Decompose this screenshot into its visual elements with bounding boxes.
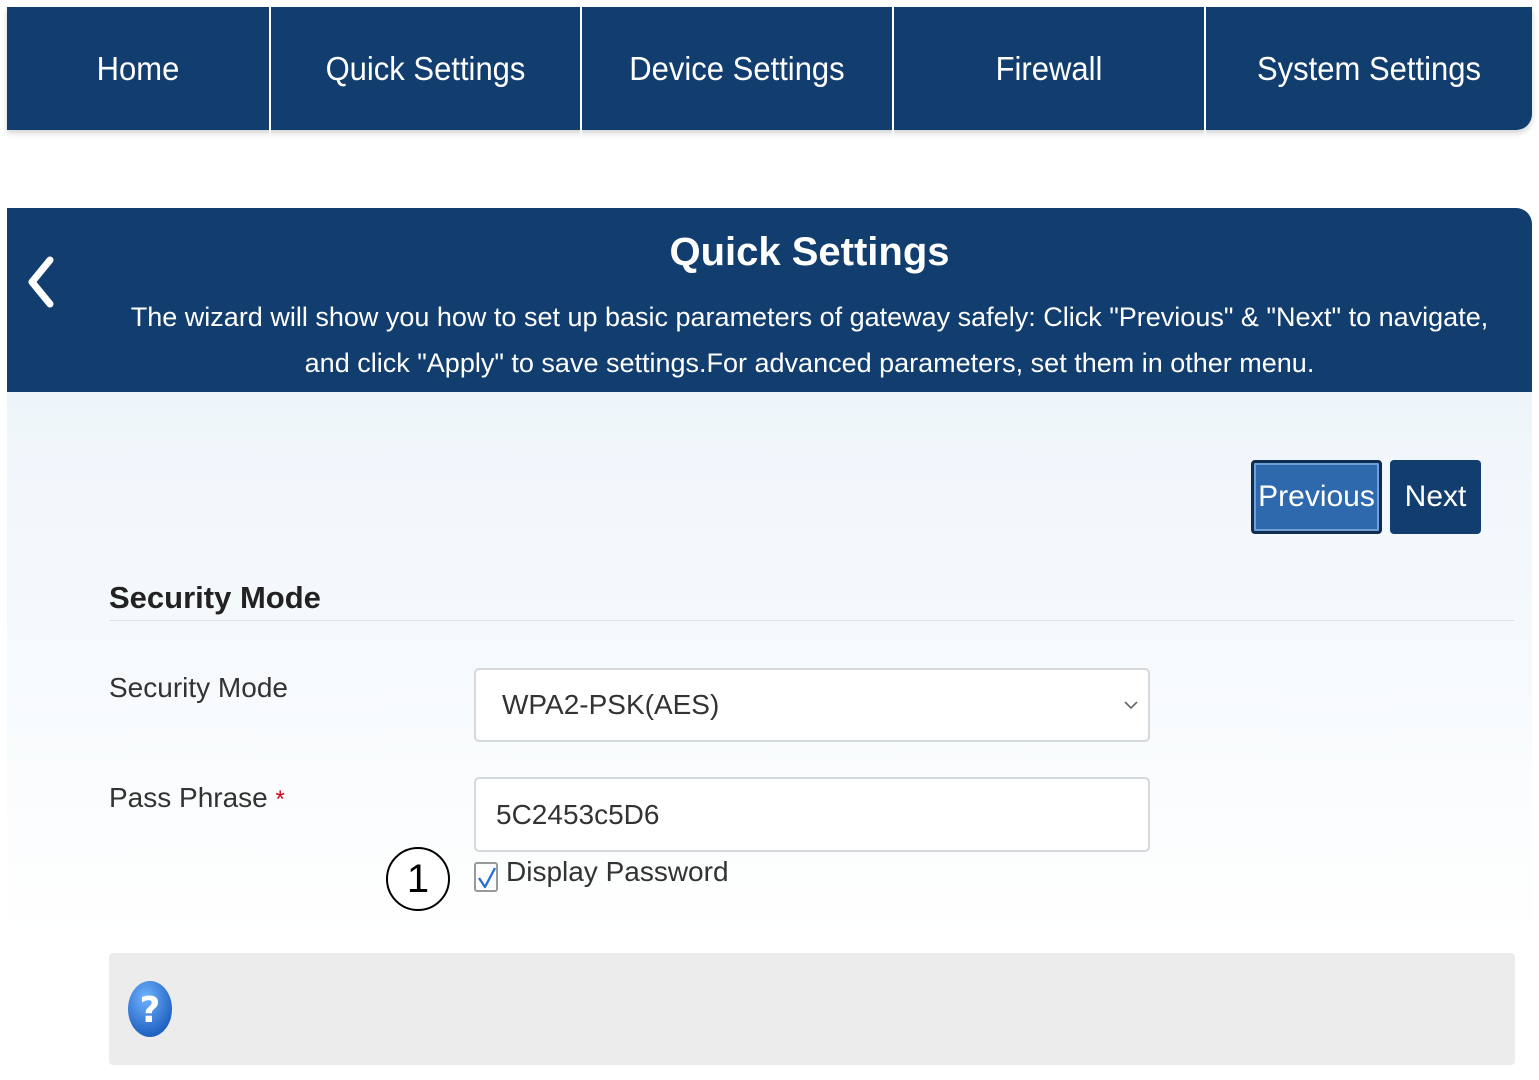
- nav-item-firewall[interactable]: Firewall: [894, 2, 1206, 135]
- page-description: The wizard will show you how to set up b…: [130, 302, 1489, 378]
- page-title: Quick Settings: [669, 230, 950, 274]
- nav-item-system-settings[interactable]: System Settings: [1206, 2, 1532, 135]
- wizard-content: Previous Next Security Mode Security Mod…: [7, 392, 1532, 1080]
- pass-phrase-value: 5C2453c5D6: [496, 798, 660, 830]
- checkmark-icon: [478, 867, 497, 889]
- pass-phrase-label: Pass Phrase *: [109, 782, 285, 814]
- svg-text:?: ?: [140, 990, 161, 1031]
- required-marker: *: [275, 786, 285, 813]
- page-header: Quick Settings The wizard will show you …: [7, 208, 1532, 392]
- chevron-left-icon: [28, 256, 54, 308]
- display-password-label: Display Password: [506, 856, 729, 887]
- security-mode-select[interactable]: WPA2-PSK(AES): [474, 668, 1150, 742]
- section-divider: [109, 620, 1515, 621]
- previous-button[interactable]: Previous: [1251, 460, 1382, 534]
- top-navigation: Home Quick Settings Device Settings Fire…: [7, 2, 1532, 135]
- security-mode-value: WPA2-PSK(AES): [502, 689, 720, 720]
- nav-item-device-settings[interactable]: Device Settings: [582, 2, 894, 135]
- section-title: Security Mode: [109, 580, 321, 615]
- security-mode-label: Security Mode: [109, 672, 288, 703]
- display-password-checkbox[interactable]: [474, 862, 498, 892]
- nav-item-home[interactable]: Home: [7, 2, 271, 135]
- question-mark-icon[interactable]: ?: [127, 980, 173, 1038]
- annotation-marker: 1: [386, 847, 450, 911]
- next-button[interactable]: Next: [1390, 460, 1481, 534]
- nav-item-quick-settings[interactable]: Quick Settings: [271, 2, 582, 135]
- pass-phrase-label-text: Pass Phrase: [109, 782, 268, 813]
- pass-phrase-input[interactable]: 5C2453c5D6: [474, 777, 1150, 852]
- back-button[interactable]: [21, 252, 61, 312]
- chevron-down-icon: [1124, 701, 1138, 710]
- help-panel: ?: [109, 953, 1515, 1065]
